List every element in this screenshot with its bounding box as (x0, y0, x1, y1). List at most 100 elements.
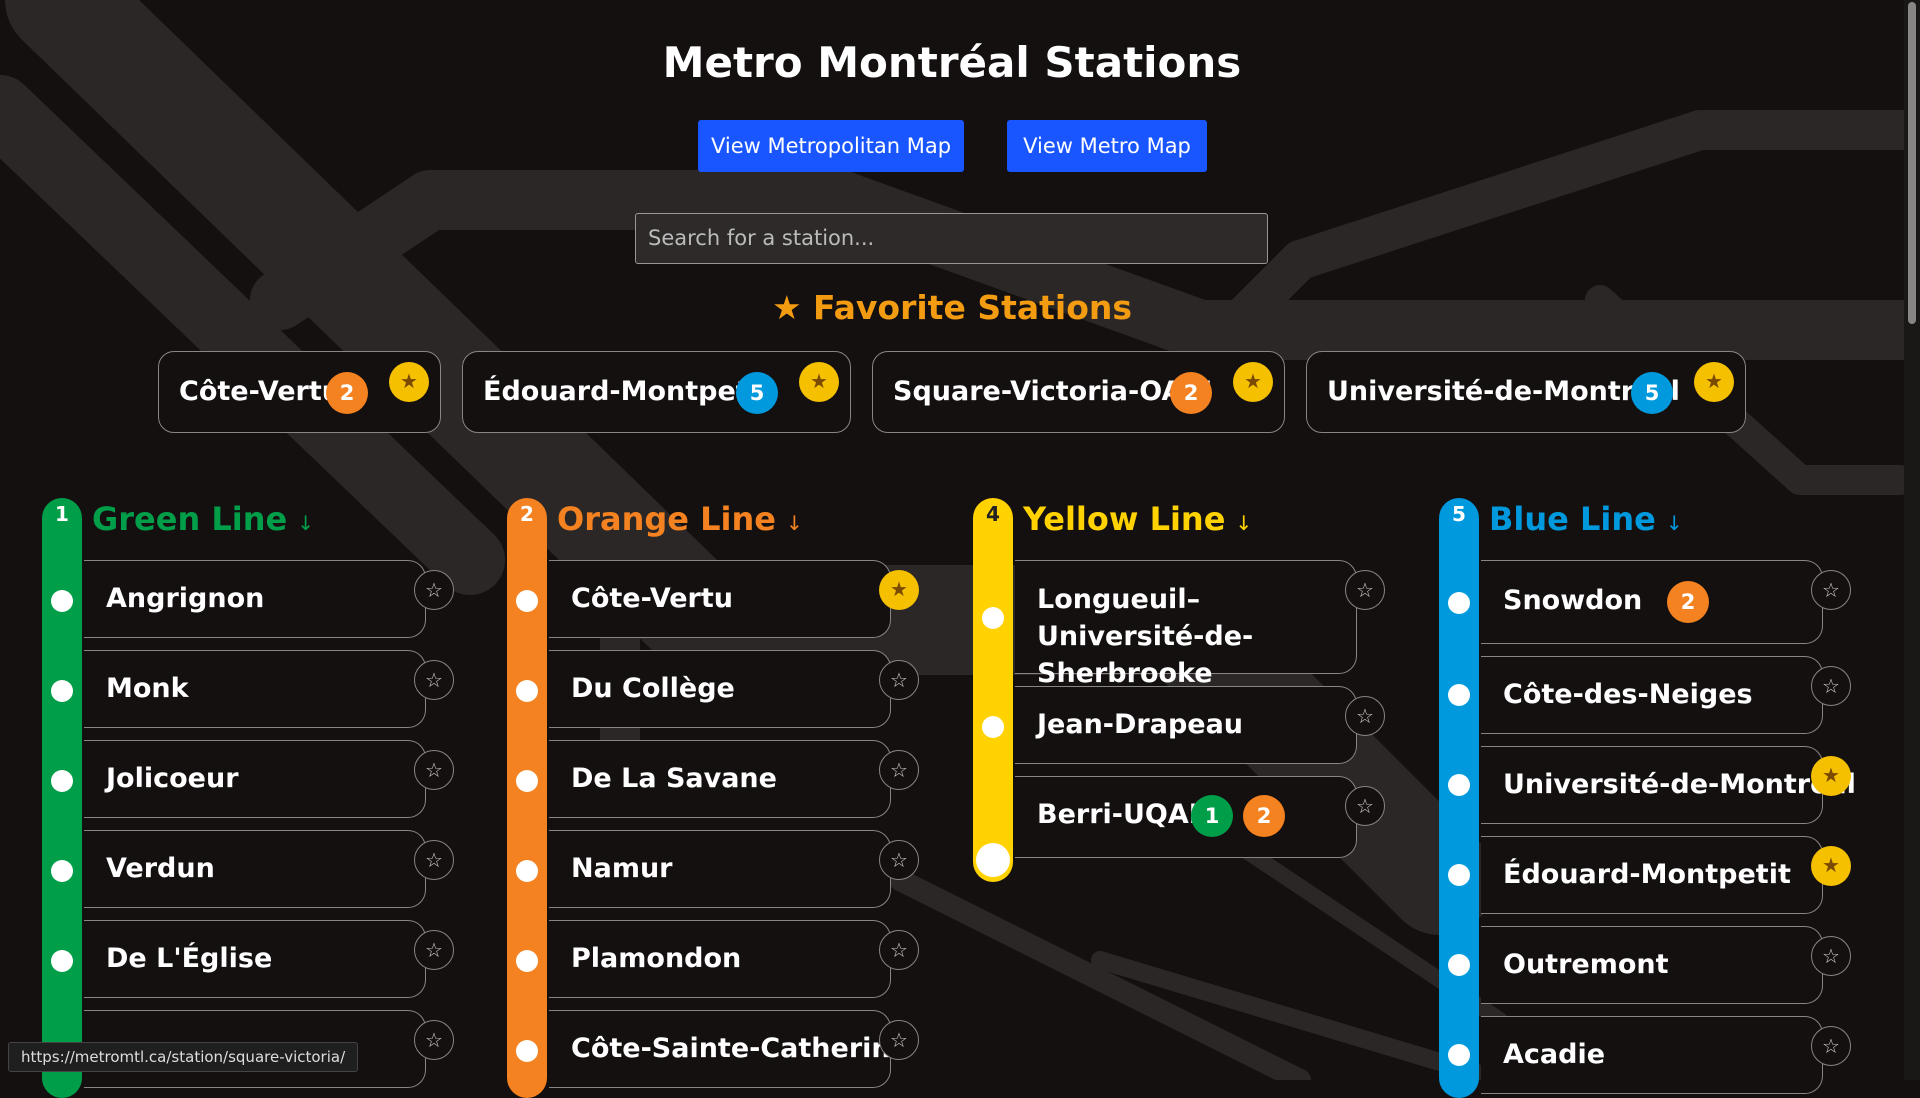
station-card[interactable]: Côte-Sainte-Catherine (549, 1010, 909, 1088)
station-card[interactable]: Université-de-Montréal (1481, 746, 1856, 824)
yellow-line-column: 4 Yellow Line ↓ Longueuil–Université-de-S… (973, 498, 1403, 1098)
station-card[interactable]: De La Savane (549, 740, 891, 818)
station-card[interactable]: Côte-des-Neiges (1481, 656, 1823, 734)
station-card[interactable]: Berri-UQAM 1 2 (1015, 776, 1357, 858)
line-number: 4 (986, 502, 1000, 526)
favorite-card[interactable]: Édouard-Montpetit 5 ★ (462, 351, 851, 433)
line-number: 5 (1452, 502, 1466, 526)
star-outline-icon[interactable]: ☆ (1345, 570, 1385, 610)
green-line-column: 1 Green Line ↓ Angrignon ☆ Monk ☆ Jolicoe… (42, 498, 472, 1098)
station-card[interactable]: Du Collège (549, 650, 891, 728)
station-dot (516, 590, 538, 612)
transfer-badge: 2 (1243, 795, 1285, 837)
line-number: 1 (55, 502, 69, 526)
star-outline-icon[interactable]: ☆ (414, 570, 454, 610)
star-outline-icon[interactable]: ☆ (1345, 786, 1385, 826)
line-header[interactable]: Orange Line ↓ (557, 498, 803, 544)
station-name: Snowdon (1503, 585, 1643, 616)
station-name: Édouard-Montpetit (1503, 859, 1791, 890)
star-outline-icon[interactable]: ☆ (1811, 666, 1851, 706)
star-outline-icon[interactable]: ☆ (414, 930, 454, 970)
station-name: De La Savane (571, 763, 777, 794)
station-card[interactable]: Plamondon (549, 920, 891, 998)
favorite-card[interactable]: Université-de-Montréal 5 ★ (1306, 351, 1746, 433)
star-outline-icon[interactable]: ☆ (1345, 696, 1385, 736)
star-filled-icon[interactable]: ★ (389, 362, 429, 402)
star-outline-icon[interactable]: ☆ (879, 930, 919, 970)
station-card[interactable]: Snowdon 2 (1481, 560, 1823, 644)
station-dot (1448, 774, 1470, 796)
line-stripe: 2 (507, 498, 547, 1098)
station-dot (51, 860, 73, 882)
station-card[interactable]: Jolicoeur (84, 740, 426, 818)
line-name: Green Line (92, 500, 288, 538)
station-card[interactable]: Côte-Vertu (549, 560, 891, 638)
favorite-card[interactable]: Côte-Vertu 2 ★ (158, 351, 441, 433)
star-filled-icon[interactable]: ★ (1811, 846, 1851, 886)
orange-line-column: 2 Orange Line ↓ Côte-Vertu ★ Du Collège ☆… (507, 498, 937, 1098)
star-outline-icon[interactable]: ☆ (414, 1020, 454, 1060)
station-dot (51, 680, 73, 702)
star-filled-icon[interactable]: ★ (799, 362, 839, 402)
favorite-card[interactable]: Square-Victoria-OACI 2 ★ (872, 351, 1285, 433)
line-name: Yellow Line (1023, 500, 1226, 538)
favorite-station-name: Université-de-Montréal (1327, 376, 1680, 407)
station-card[interactable]: Édouard-Montpetit (1481, 836, 1823, 914)
collapse-arrow-icon[interactable]: ↓ (1235, 511, 1252, 535)
station-dot (516, 860, 538, 882)
station-name: Berri-UQAM (1037, 799, 1216, 830)
station-dot (982, 716, 1004, 738)
station-search-input[interactable]: Search for a station... (635, 213, 1268, 264)
star-outline-icon[interactable]: ☆ (879, 1020, 919, 1060)
view-metro-map-button[interactable]: View Metro Map (1007, 120, 1207, 172)
line-header[interactable]: Green Line ↓ (92, 498, 314, 544)
station-card[interactable]: Longueuil–Université-de-Sherbrooke (1015, 560, 1357, 689)
star-outline-icon[interactable]: ☆ (1811, 570, 1851, 610)
terminus-dot (976, 843, 1010, 877)
station-card[interactable]: De L'Église (84, 920, 426, 998)
station-card[interactable]: Jean-Drapeau (1015, 686, 1357, 764)
page-scrollbar[interactable] (1904, 0, 1920, 1080)
page: Metro Montréal Stations View Metropolita… (0, 0, 1904, 1098)
station-name: Jean-Drapeau (1037, 709, 1244, 740)
station-name: Acadie (1503, 1039, 1606, 1070)
station-name: Outremont (1503, 949, 1669, 980)
line-stripe: 5 (1439, 498, 1479, 1098)
collapse-arrow-icon[interactable]: ↓ (1666, 511, 1683, 535)
station-card[interactable]: Namur (549, 830, 891, 908)
station-dot (51, 950, 73, 972)
star-filled-icon[interactable]: ★ (879, 570, 919, 610)
star-filled-icon[interactable]: ★ (1233, 362, 1273, 402)
station-name: Monk (106, 673, 189, 704)
station-card[interactable]: Acadie (1481, 1016, 1823, 1094)
station-card[interactable]: Monk (84, 650, 426, 728)
star-outline-icon[interactable]: ☆ (1811, 1026, 1851, 1066)
station-dot (1448, 864, 1470, 886)
station-dot (1448, 1044, 1470, 1066)
collapse-arrow-icon[interactable]: ↓ (297, 511, 314, 535)
star-filled-icon[interactable]: ★ (1811, 756, 1851, 796)
station-name: Côte-Sainte-Catherine (571, 1033, 909, 1064)
star-outline-icon[interactable]: ☆ (879, 660, 919, 700)
station-dot (982, 607, 1004, 629)
star-outline-icon[interactable]: ☆ (414, 840, 454, 880)
view-metropolitan-map-button[interactable]: View Metropolitan Map (698, 120, 964, 172)
line-stripe: 1 (42, 498, 82, 1098)
star-outline-icon[interactable]: ☆ (1811, 936, 1851, 976)
star-outline-icon[interactable]: ☆ (414, 660, 454, 700)
collapse-arrow-icon[interactable]: ↓ (786, 511, 803, 535)
blue-line-column: 5 Blue Line ↓ Snowdon 2 ☆ Côte-des-Neiges… (1439, 498, 1869, 1098)
scrollbar-thumb[interactable] (1908, 2, 1916, 324)
star-outline-icon[interactable]: ☆ (879, 750, 919, 790)
station-card[interactable]: Angrignon (84, 560, 426, 638)
star-filled-icon[interactable]: ★ (1694, 362, 1734, 402)
station-card[interactable]: Outremont (1481, 926, 1823, 1004)
star-outline-icon[interactable]: ☆ (414, 750, 454, 790)
star-outline-icon[interactable]: ☆ (879, 840, 919, 880)
line-header[interactable]: Blue Line ↓ (1489, 498, 1683, 544)
station-name: De L'Église (106, 943, 273, 974)
line-header[interactable]: Yellow Line ↓ (1023, 498, 1252, 544)
station-card[interactable]: Verdun (84, 830, 426, 908)
favorite-station-name: Édouard-Montpetit (483, 376, 771, 407)
line-badge: 5 (1631, 372, 1673, 414)
